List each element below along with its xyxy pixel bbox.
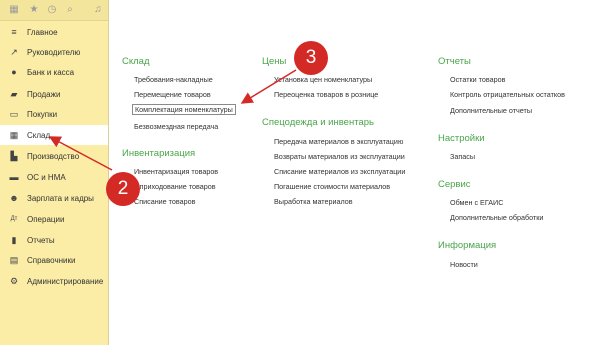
book-icon: ▤ — [9, 255, 19, 265]
link-transfer-materials[interactable]: Передача материалов в эксплуатацию — [274, 137, 403, 146]
link-writeoff-goods[interactable]: Списание товаров — [134, 197, 195, 206]
history-icon[interactable]: ◷ — [46, 4, 58, 16]
search-icon[interactable]: ⌕ — [64, 4, 76, 16]
grid-icon: ▦ — [9, 130, 19, 140]
apps-grid-icon[interactable]: ▦ — [8, 4, 20, 16]
sidebar-item-label: ОС и НМА — [27, 172, 66, 182]
section-title-reports: Отчеты — [438, 56, 471, 67]
sidebar-item-main[interactable]: ≡ Главное — [0, 22, 108, 42]
link-additional-reports[interactable]: Дополнительные отчеты — [450, 106, 532, 115]
sidebar: ▦ ★ ◷ ⌕ ♫ ≡ Главное ↗ Руководителю ● Бан… — [0, 0, 109, 345]
section-title-settings: Настройки — [438, 133, 485, 144]
sidebar-item-label: Администрирование — [27, 276, 104, 286]
sidebar-item-warehouse[interactable]: ▦ Склад — [0, 125, 108, 145]
link-inventory-goods[interactable]: Инвентаризация товаров — [134, 167, 218, 176]
sidebar-item-label: Операции — [27, 214, 65, 224]
section-title-info: Информация — [438, 240, 497, 251]
cart-icon: ▰ — [10, 89, 18, 99]
sidebar-item-label: Зарплата и кадры — [27, 193, 94, 203]
link-repayment-materials[interactable]: Погашение стоимости материалов — [274, 182, 390, 191]
factory-icon: ▙ — [10, 151, 18, 161]
link-stocks[interactable]: Запасы — [450, 152, 475, 161]
star-icon[interactable]: ★ — [28, 4, 40, 16]
link-stock-balance[interactable]: Остатки товаров — [450, 75, 505, 84]
link-transfer-goods[interactable]: Перемещение товаров — [134, 90, 211, 99]
sidebar-item-production[interactable]: ▙ Производство — [0, 146, 108, 166]
coin-icon: ● — [11, 67, 17, 77]
sidebar-item-label: Справочники — [27, 255, 76, 265]
sidebar-item-label: Производство — [27, 151, 80, 161]
link-assembly[interactable]: Комплектация номенклатуры — [132, 104, 236, 115]
sidebar-item-admin[interactable]: ⚙ Администрирование — [0, 271, 108, 291]
sidebar-item-label: Покупки — [27, 109, 58, 119]
section-title-workwear: Спецодежда и инвентарь — [262, 117, 374, 128]
link-gratuitous-transfer[interactable]: Безвозмездная передача — [134, 122, 218, 131]
sidebar-item-salary[interactable]: ☻ Зарплата и кадры — [0, 188, 108, 208]
sidebar-item-purchases[interactable]: ▭ Покупки — [0, 104, 108, 124]
section-title-inventory: Инвентаризация — [122, 148, 196, 159]
sidebar-item-operations[interactable]: Дт Операции — [0, 209, 108, 229]
link-news[interactable]: Новости — [450, 260, 478, 269]
section-title-service: Сервис — [438, 179, 471, 190]
link-revaluation[interactable]: Переоценка товаров в рознице — [274, 90, 378, 99]
link-negative-balance[interactable]: Контроль отрицательных остатков — [450, 90, 565, 99]
link-output-materials[interactable]: Выработка материалов — [274, 197, 353, 206]
sidebar-item-label: Руководителю — [27, 47, 81, 57]
sidebar-item-label: Продажи — [27, 89, 61, 99]
link-egais-exchange[interactable]: Обмен с ЕГАИС — [450, 198, 503, 207]
sidebar-item-label: Склад — [27, 130, 51, 140]
basket-icon: ▭ — [9, 109, 19, 119]
bar-chart-icon: ▮ — [11, 235, 17, 245]
section-title-warehouse: Склад — [122, 56, 150, 67]
section-title-prices: Цены — [262, 56, 287, 67]
sidebar-item-director[interactable]: ↗ Руководителю — [0, 42, 108, 62]
gear-icon: ⚙ — [9, 276, 19, 286]
dt-kt-icon: Дт — [10, 216, 18, 222]
sidebar-item-fixed-assets[interactable]: ▬ ОС и НМА — [0, 167, 108, 187]
sidebar-item-sales[interactable]: ▰ Продажи — [0, 84, 108, 104]
sidebar-item-bank[interactable]: ● Банк и касса — [0, 62, 108, 82]
bell-icon[interactable]: ♫ — [92, 4, 104, 16]
sidebar-toolbar: ▦ ★ ◷ ⌕ ♫ — [0, 0, 108, 21]
sidebar-item-label: Главное — [27, 27, 58, 37]
step-marker-3: 3 — [294, 41, 328, 75]
sidebar-item-directories[interactable]: ▤ Справочники — [0, 250, 108, 270]
link-requisitions[interactable]: Требования-накладные — [134, 75, 213, 84]
sidebar-item-label: Банк и касса — [27, 67, 75, 77]
link-additional-processing[interactable]: Дополнительные обработки — [450, 213, 543, 222]
link-receipt-goods[interactable]: Оприходование товаров — [134, 182, 216, 191]
sidebar-item-label: Отчеты — [27, 235, 55, 245]
car-icon: ▬ — [9, 172, 19, 182]
step-marker-2: 2 — [106, 172, 140, 206]
menu-lines-icon: ≡ — [11, 27, 17, 37]
trend-up-icon: ↗ — [10, 47, 18, 57]
link-writeoff-materials[interactable]: Списание материалов из эксплуатации — [274, 167, 405, 176]
sidebar-item-reports[interactable]: ▮ Отчеты — [0, 230, 108, 250]
people-icon: ☻ — [9, 193, 19, 203]
link-set-prices[interactable]: Установка цен номенклатуры — [274, 75, 372, 84]
link-return-materials[interactable]: Возвраты материалов из эксплуатации — [274, 152, 405, 161]
